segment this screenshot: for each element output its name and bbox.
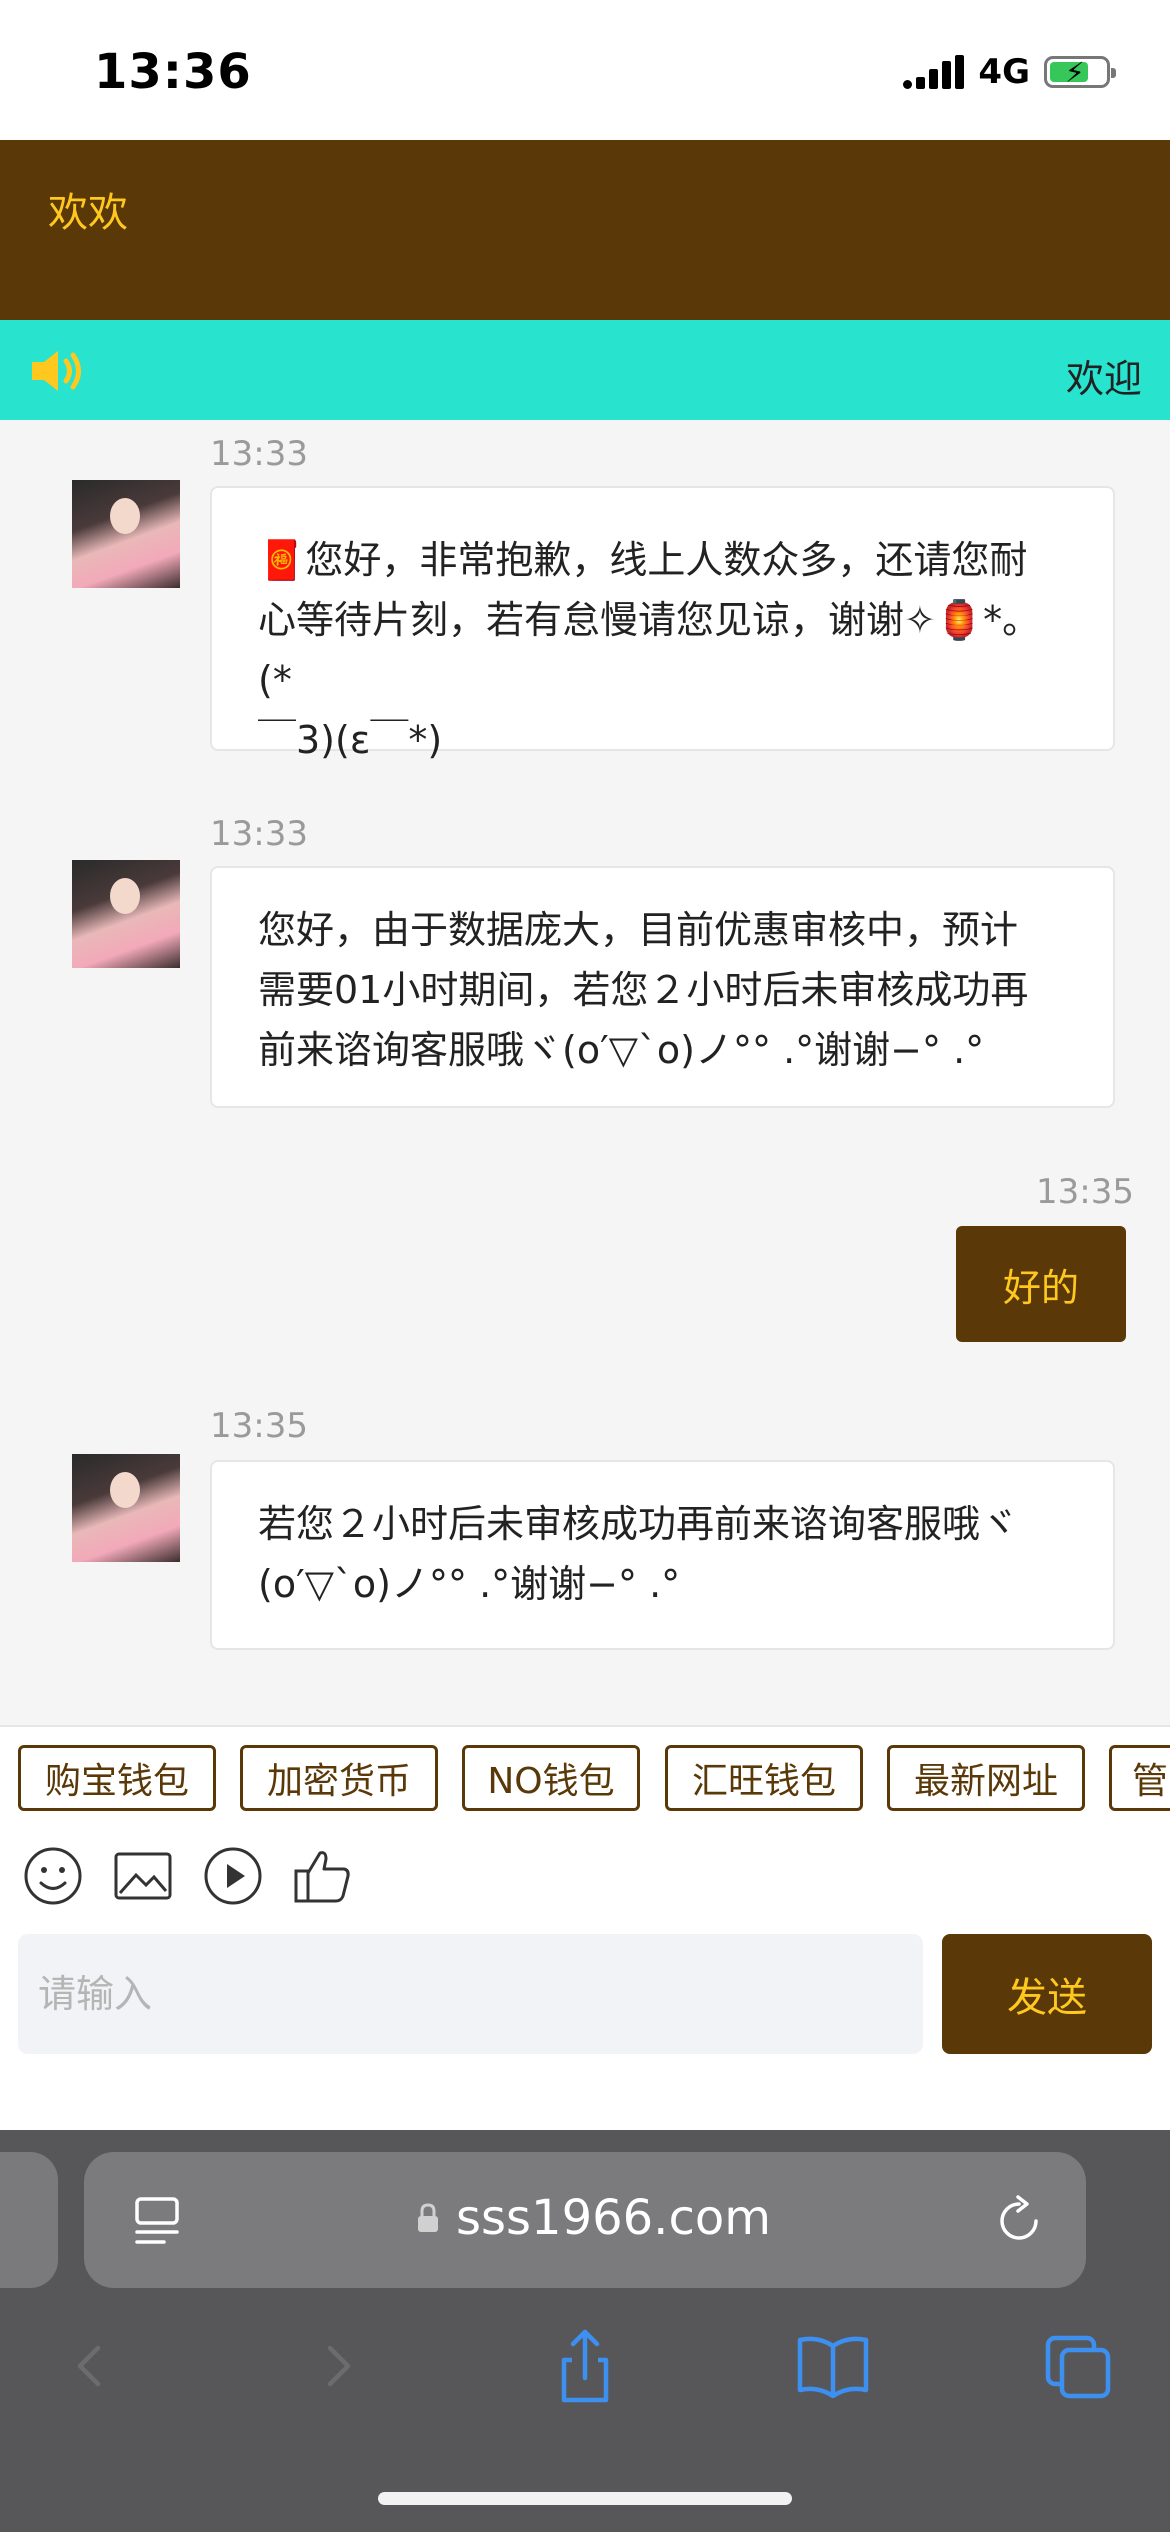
quick-reply-chip[interactable]: NO钱包: [462, 1745, 640, 1811]
status-time: 13:36: [94, 44, 252, 100]
message-line: 若您２小时后未审核成功再前来谘询客服哦ヾ: [258, 1502, 1019, 1546]
notice-text: 欢迎: [1065, 357, 1142, 401]
tabs-icon[interactable]: [1036, 2320, 1126, 2410]
quick-reply-chip[interactable]: 汇旺钱包: [665, 1745, 863, 1811]
page-menu-icon[interactable]: [134, 2196, 180, 2246]
message-timestamp: 13:33: [210, 434, 308, 474]
chat-title: 欢欢: [48, 190, 128, 236]
message-timestamp: 13:33: [210, 814, 308, 854]
message-composer: 发送: [0, 1930, 1170, 2130]
previous-tab[interactable]: [0, 2152, 58, 2288]
quick-reply-chip[interactable]: 购宝钱包: [18, 1745, 216, 1811]
thumbs-up-icon[interactable]: [292, 1845, 354, 1907]
message-line: ￣3)(ε￣*): [258, 718, 443, 762]
quick-reply-chip[interactable]: 管: [1109, 1745, 1170, 1811]
agent-avatar[interactable]: [72, 860, 180, 968]
address-bar[interactable]: sss1966.com: [84, 2152, 1086, 2288]
video-icon[interactable]: [202, 1845, 264, 1907]
message-line: 前来谘询客服哦ヾ(o′▽`o)ノ°° .°谢谢−° .°: [258, 1028, 985, 1072]
message-line: 心等待片刻，若有怠慢请您见谅，谢谢✧🏮*。(*: [258, 598, 1041, 702]
message-line: 您好，由于数据庞大，目前优惠审核中，预计: [258, 908, 1019, 952]
bookmarks-icon[interactable]: [788, 2320, 878, 2410]
chat-messages[interactable]: 13:33 🧧您好，非常抱歉，线上人数众多，还请您耐 心等待片刻，若有怠慢请您见…: [0, 420, 1170, 1725]
notice-bar: 欢迎: [0, 320, 1170, 420]
reload-icon[interactable]: [992, 2194, 1046, 2248]
back-icon[interactable]: [42, 2320, 132, 2410]
network-type: 4G: [978, 52, 1030, 92]
message-bubble: 🧧您好，非常抱歉，线上人数众多，还请您耐 心等待片刻，若有怠慢请您见谅，谢谢✧🏮…: [210, 486, 1115, 762]
lock-icon: [418, 2203, 438, 2232]
self-message-bubble: 好的: [956, 1226, 1126, 1342]
message-line: (o′▽`o)ノ°° .°谢谢−° .°: [258, 1562, 681, 1606]
quick-reply-bar[interactable]: 购宝钱包 加密货币 NO钱包 汇旺钱包 最新网址 管: [0, 1725, 1170, 1825]
input-toolbar: [0, 1825, 1170, 1930]
battery-icon: ⚡: [1044, 56, 1116, 89]
emoji-icon[interactable]: [22, 1845, 84, 1907]
message-bubble: 若您２小时后未审核成功再前来谘询客服哦ヾ (o′▽`o)ノ°° .°谢谢−° .…: [210, 1460, 1115, 1650]
signal-icon: [903, 55, 965, 89]
forward-icon[interactable]: [294, 2320, 384, 2410]
quick-reply-chip[interactable]: 最新网址: [887, 1745, 1085, 1811]
send-button[interactable]: 发送: [942, 1934, 1152, 2054]
message-timestamp: 13:35: [210, 1406, 308, 1446]
status-indicators: 4G ⚡: [903, 52, 1116, 92]
url-text: sss1966.com: [456, 2190, 771, 2246]
share-icon[interactable]: [540, 2320, 630, 2410]
status-bar: 13:36 4G ⚡: [0, 0, 1170, 140]
message-line: 需要01小时期间，若您２小时后未审核成功再: [258, 968, 1029, 1012]
message-input[interactable]: [18, 1934, 923, 2054]
message-line: 🧧您好，非常抱歉，线上人数众多，还请您耐: [258, 538, 1028, 582]
browser-toolbar: sss1966.com: [0, 2130, 1170, 2532]
message-bubble: 您好，由于数据庞大，目前优惠审核中，预计 需要01小时期间，若您２小时后未审核成…: [210, 866, 1115, 1108]
message-timestamp: 13:35: [1036, 1172, 1134, 1212]
agent-avatar[interactable]: [72, 1454, 180, 1562]
agent-avatar[interactable]: [72, 480, 180, 588]
chat-header: 欢欢: [0, 140, 1170, 320]
image-icon[interactable]: [112, 1845, 174, 1907]
quick-reply-chip[interactable]: 加密货币: [240, 1745, 438, 1811]
home-indicator: [378, 2492, 792, 2505]
speaker-icon: [32, 351, 81, 391]
